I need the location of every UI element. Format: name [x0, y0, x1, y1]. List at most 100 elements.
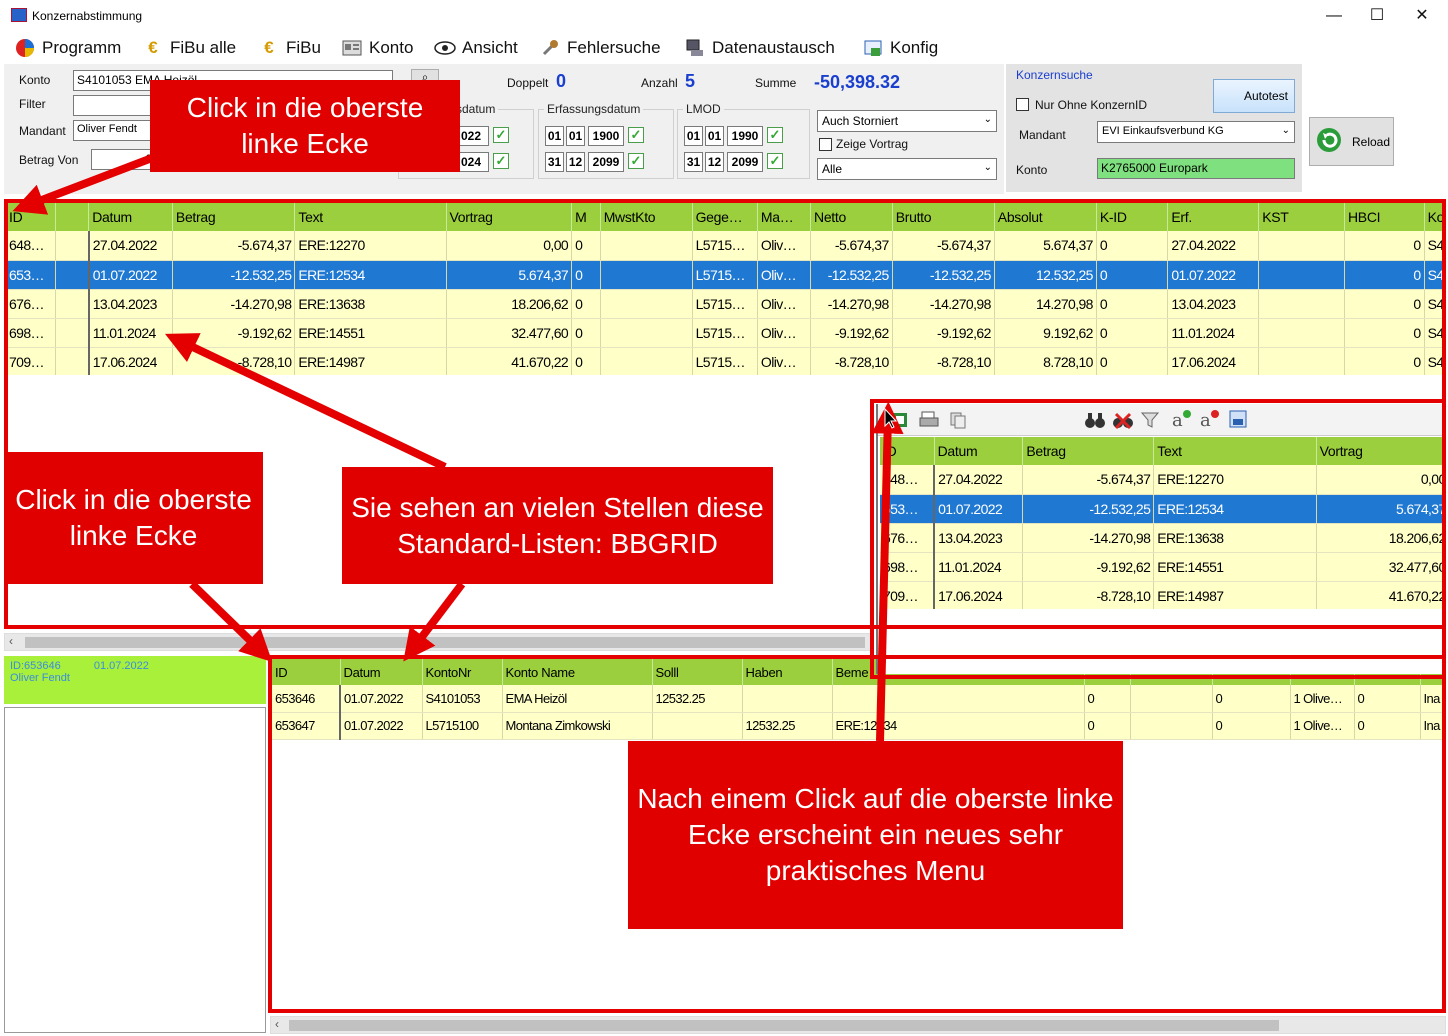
lmod-group: LMOD 01 01 1990 ✓ 31 12 2099 ✓	[677, 102, 810, 179]
konzern-konto-label: Konto	[1016, 163, 1048, 177]
storno-select[interactable]: Auch Storniert ⌄	[817, 110, 997, 132]
close-button[interactable]: ✕	[1402, 4, 1442, 28]
menu-konfig[interactable]: Konfig	[862, 36, 938, 60]
lmod-to-year[interactable]: 2099	[727, 152, 763, 172]
mandant-input[interactable]: Oliver Fendt	[73, 120, 153, 141]
summe-value: -50,398.32	[814, 72, 901, 92]
title-bar: Konzernabstimmung — ☐ ✕	[0, 0, 1448, 32]
calendar-check-icon[interactable]: ✓	[493, 127, 509, 143]
calendar-check-icon[interactable]: ✓	[493, 153, 509, 169]
computer-icon	[684, 38, 706, 58]
callout-top: Click in die oberste linke Ecke	[150, 80, 460, 172]
info-detail-panel	[4, 707, 266, 1033]
chevron-down-icon: ⌄	[983, 114, 992, 125]
doppelt-label: Doppelt	[507, 76, 549, 90]
calendar-check-icon[interactable]: ✓	[767, 153, 783, 169]
betrag-von-label: Betrag Von	[19, 153, 79, 167]
summe-label: Summe	[755, 76, 797, 90]
lmod-to-month[interactable]: 12	[705, 152, 724, 172]
wrench-icon	[539, 38, 561, 58]
scroll-left-icon[interactable]: ‹	[9, 634, 13, 648]
menu-label: FiBu alle	[170, 38, 237, 57]
autotest-button[interactable]: Autotest	[1213, 79, 1295, 113]
reload-button[interactable]: Reload	[1309, 117, 1394, 166]
konzernsuche-title: Konzernsuche	[1016, 68, 1093, 82]
zeige-vortrag-checkbox[interactable]	[819, 138, 832, 151]
konzern-mandant-value: EVI Einkaufsverbund KG	[1102, 125, 1224, 137]
erfassungsdatum-group: Erfassungsdatum 01 01 1900 ✓ 31 12 2099 …	[538, 102, 674, 179]
lmod-from-year[interactable]: 1990	[727, 126, 763, 146]
konzern-mandant-label: Mandant	[1019, 128, 1066, 142]
highlight-popup-menu	[870, 399, 1446, 679]
detail-grid-scrollbar[interactable]: ‹	[270, 1016, 1446, 1034]
menu-label: FiBu	[286, 38, 321, 57]
nur-ohne-konzernid-label: Nur Ohne KonzernID	[1035, 98, 1148, 112]
erf-from-year[interactable]: 1900	[588, 126, 624, 146]
menu-label: Konfig	[890, 38, 939, 57]
erf-from-day[interactable]: 01	[545, 126, 564, 146]
euro-icon: €	[264, 38, 274, 57]
filter-label: Filter	[19, 97, 46, 111]
doppelt-value: 0	[556, 71, 567, 91]
erf-to-year[interactable]: 2099	[588, 152, 624, 172]
alle-value: Alle	[822, 162, 843, 176]
scroll-thumb[interactable]	[25, 637, 865, 648]
main-grid-scrollbar[interactable]: ‹	[4, 633, 874, 651]
erf-to-month[interactable]: 12	[566, 152, 585, 172]
mandant-label: Mandant	[19, 124, 66, 138]
menu-fibu[interactable]: € FiBu	[258, 36, 321, 60]
anzahl-value: 5	[685, 71, 696, 91]
menu-programm[interactable]: Programm	[14, 36, 121, 60]
menu-label: Konto	[369, 38, 414, 57]
menu-datenaustausch[interactable]: Datenaustausch	[684, 36, 835, 60]
callout-bottom: Nach einem Click auf die oberste linke E…	[628, 741, 1123, 929]
menu-fehlersuche[interactable]: Fehlersuche	[539, 36, 661, 60]
app-icon	[11, 8, 27, 22]
calendar-check-icon[interactable]: ✓	[628, 153, 644, 169]
scroll-thumb[interactable]	[289, 1020, 1279, 1031]
callout-middle: Sie sehen an vielen Stellen diese Standa…	[342, 467, 773, 584]
reload-label: Reload	[1352, 134, 1391, 149]
eye-icon	[434, 38, 456, 58]
scroll-left-icon[interactable]: ‹	[275, 1017, 279, 1031]
info-name: Oliver Fendt	[10, 672, 70, 684]
menu-label: Programm	[42, 38, 122, 57]
betrag-von-input[interactable]: 0	[91, 149, 156, 170]
menu-label: Fehlersuche	[567, 38, 661, 57]
menu-fibu-alle[interactable]: € FiBu alle	[142, 36, 236, 60]
menu-label: Ansicht	[462, 38, 518, 57]
lmod-to-day[interactable]: 31	[684, 152, 703, 172]
konto-icon	[341, 38, 363, 58]
chevron-down-icon: ⌄	[1281, 125, 1290, 136]
anzahl-label: Anzahl	[641, 76, 678, 90]
menu-konto[interactable]: Konto	[341, 36, 413, 60]
programm-icon	[14, 38, 36, 58]
erf-to-day[interactable]: 31	[545, 152, 564, 172]
maximize-button[interactable]: ☐	[1357, 4, 1397, 28]
filter-input[interactable]	[73, 95, 153, 116]
chevron-down-icon: ⌄	[983, 162, 992, 173]
calendar-check-icon[interactable]: ✓	[767, 127, 783, 143]
info-id: ID:653646	[10, 660, 61, 672]
selected-info-box: ID:653646 01.07.2022 Oliver Fendt	[4, 656, 266, 704]
info-date: 01.07.2022	[93, 660, 149, 672]
konzern-mandant-select[interactable]: EVI Einkaufsverbund KG ⌄	[1097, 121, 1295, 143]
window-title: Konzernabstimmung	[32, 9, 143, 23]
zeige-vortrag-label: Zeige Vortrag	[836, 137, 909, 151]
lmod-from-day[interactable]: 01	[684, 126, 703, 146]
erfassungsdatum-title: Erfassungsdatum	[544, 102, 644, 116]
menu-bar: Programm € FiBu alle € FiBu Konto Ansicht …	[0, 32, 1448, 64]
menu-ansicht[interactable]: Ansicht	[434, 36, 518, 60]
calendar-check-icon[interactable]: ✓	[628, 127, 644, 143]
konzernsuche-panel: Konzernsuche Nur Ohne KonzernID Autotest…	[1006, 64, 1302, 192]
alle-select[interactable]: Alle ⌄	[817, 158, 997, 180]
nur-ohne-konzernid-checkbox[interactable]	[1016, 98, 1029, 111]
konzern-konto-input[interactable]: K2765000 Europark	[1097, 158, 1295, 179]
minimize-button[interactable]: —	[1314, 4, 1354, 28]
erf-from-month[interactable]: 01	[566, 126, 585, 146]
mouse-cursor-icon	[884, 408, 898, 429]
konto-label: Konto	[19, 73, 51, 87]
euro-icon: €	[148, 38, 158, 57]
lmod-from-month[interactable]: 01	[705, 126, 724, 146]
reload-icon	[1316, 127, 1342, 156]
